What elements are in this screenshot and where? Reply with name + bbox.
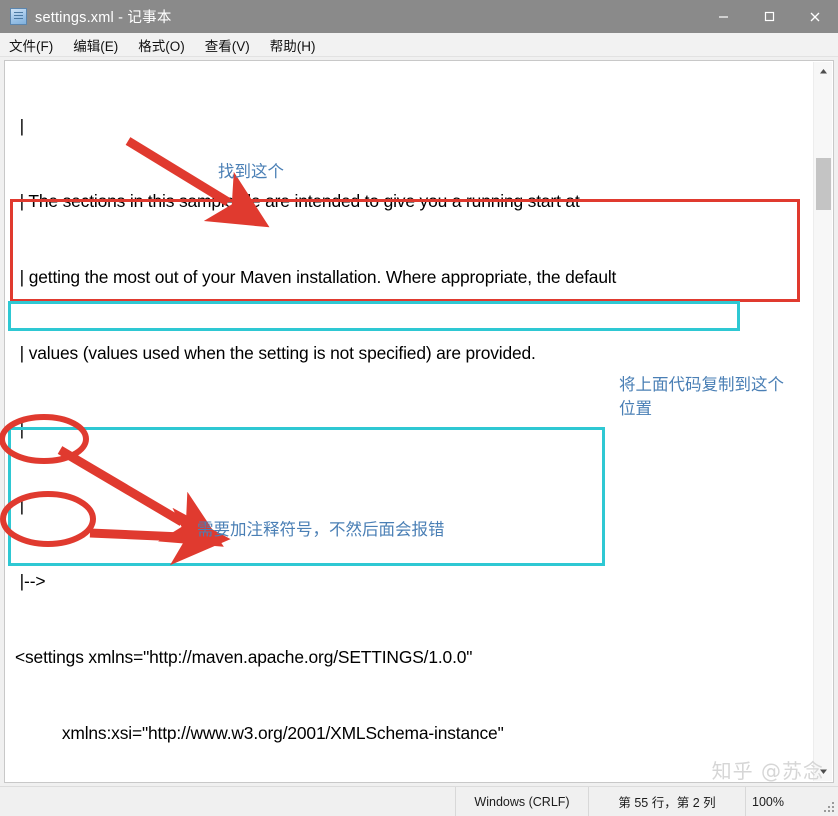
code-line: | values (values used when the setting i…	[15, 343, 536, 364]
file-content[interactable]: | | The sections in this sample file are…	[15, 63, 809, 782]
code-line: | getting the most out of your Maven ins…	[15, 267, 617, 288]
close-button[interactable]	[792, 0, 838, 33]
scroll-up-icon[interactable]	[814, 62, 833, 81]
code-line: xmlns:xsi="http://www.w3.org/2001/XMLSch…	[15, 722, 504, 743]
menu-item-help[interactable]: 帮助(H)	[270, 35, 316, 55]
code-line: | The sections in this sample file are i…	[15, 191, 580, 212]
minimize-button[interactable]	[700, 0, 746, 33]
menu-item-format[interactable]: 格式(O)	[138, 35, 185, 55]
code-line: |	[15, 419, 25, 440]
window-controls	[700, 0, 838, 33]
code-line: |-->	[15, 570, 46, 591]
vertical-scrollbar[interactable]	[813, 62, 832, 781]
menu-item-file[interactable]: 文件(F)	[9, 35, 53, 55]
menu-item-edit[interactable]: 编辑(E)	[73, 35, 118, 55]
status-cursor-position: 第 55 行，第 2 列	[588, 786, 745, 816]
notepad-window: settings.xml - 记事本 文件(F) 编辑(E) 格式(O) 查看(…	[0, 0, 838, 816]
text-editor[interactable]: | | The sections in this sample file are…	[4, 60, 834, 783]
code-line: |	[15, 115, 25, 136]
maximize-button[interactable]	[746, 0, 792, 33]
editor-area: | | The sections in this sample file are…	[0, 57, 838, 786]
menu-bar: 文件(F) 编辑(E) 格式(O) 查看(V) 帮助(H)	[0, 33, 838, 57]
scrollbar-thumb[interactable]	[816, 158, 831, 210]
code-line: <settings xmlns="http://maven.apache.org…	[15, 646, 473, 667]
notepad-icon	[10, 8, 27, 25]
status-bar: Windows (CRLF) 第 55 行，第 2 列 100%	[0, 786, 838, 816]
code-line: |	[15, 495, 25, 516]
scroll-down-icon[interactable]	[814, 762, 833, 781]
resize-grip-icon[interactable]	[824, 802, 835, 813]
window-title: settings.xml - 记事本	[35, 10, 172, 26]
title-bar: settings.xml - 记事本	[0, 0, 838, 33]
menu-item-view[interactable]: 查看(V)	[205, 35, 250, 55]
status-encoding: Windows (CRLF)	[455, 786, 588, 816]
